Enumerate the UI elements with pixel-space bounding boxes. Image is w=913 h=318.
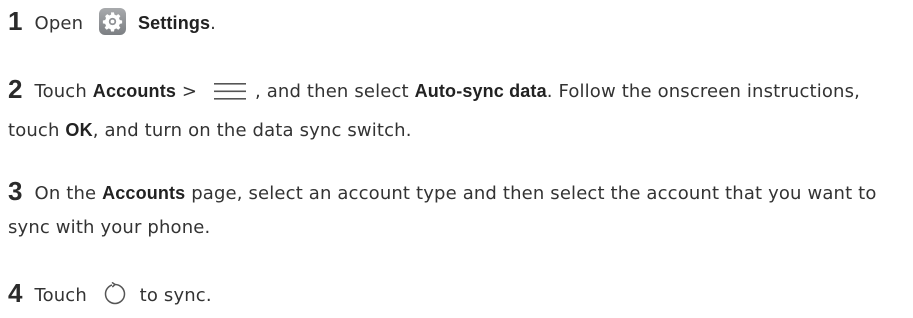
menu-icon [213, 79, 247, 113]
step-number: 3 [8, 176, 23, 206]
step-text-period: . [210, 13, 217, 34]
sync-icon [103, 282, 127, 318]
settings-gear-icon [99, 8, 127, 35]
step-text-on-the: On the [34, 183, 97, 204]
step-text-to-sync: to sync. [139, 285, 212, 306]
step-4: 4 Touch to sync. [8, 276, 905, 318]
step-number: 1 [8, 6, 23, 36]
step-number: 4 [8, 278, 23, 308]
settings-label: Settings [137, 13, 211, 33]
step-text-open: Open [34, 13, 84, 34]
step-text-gt: > [181, 81, 198, 102]
ok-label: OK [65, 120, 93, 140]
step-number: 2 [8, 74, 23, 104]
step-text-touch: Touch [34, 81, 87, 102]
auto-sync-label: Auto-sync data [414, 81, 547, 101]
accounts-label: Accounts [102, 183, 186, 203]
step-3: 3 On the Accounts page, select an accoun… [8, 174, 905, 245]
accounts-label: Accounts [92, 81, 177, 101]
step-text-then-select: , and then select [255, 81, 409, 102]
step-text-turn-on: , and turn on the data sync switch. [92, 120, 412, 141]
step-1: 1 Open Settings. [8, 4, 905, 41]
step-text-touch: Touch [34, 285, 87, 306]
step-2: 2 Touch Accounts > , and then select Aut… [8, 72, 905, 148]
